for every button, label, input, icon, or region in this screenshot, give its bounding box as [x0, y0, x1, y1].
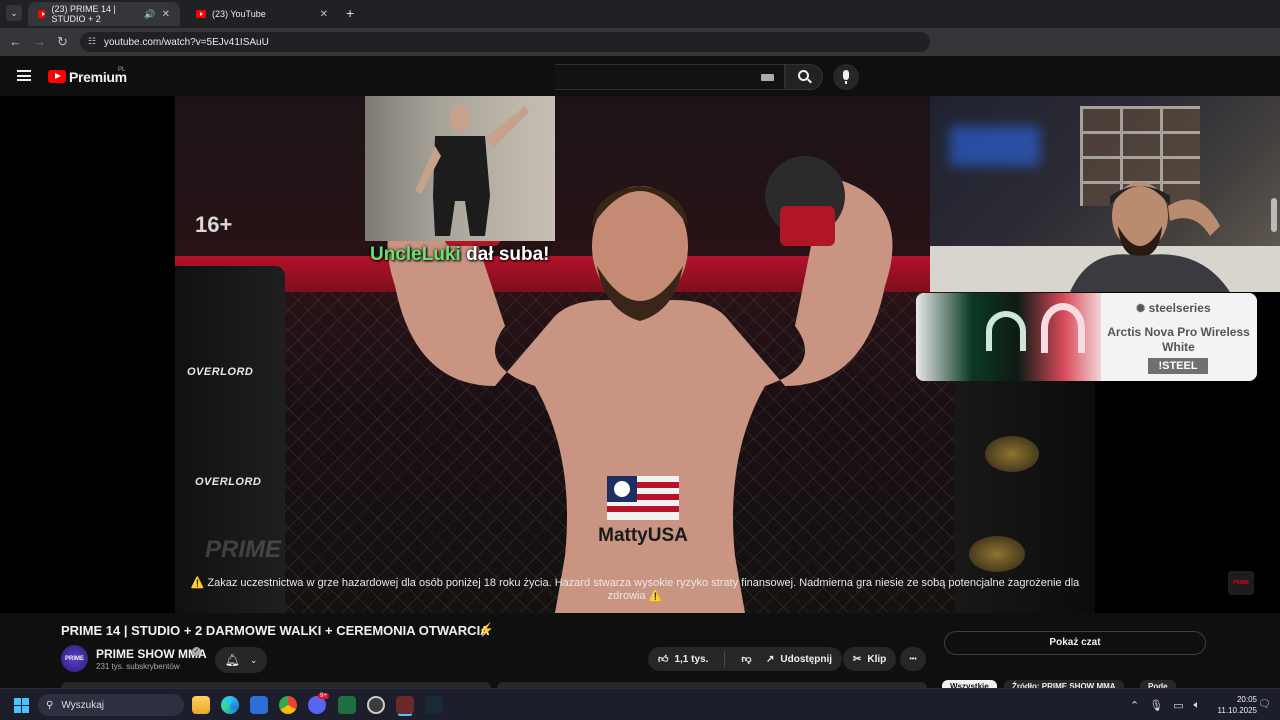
bell-icon: 🔔︎	[224, 653, 240, 667]
forward-arrow-icon[interactable]: →	[33, 34, 46, 50]
tab-youtube[interactable]: (23) YouTube ✕	[186, 2, 338, 26]
volume-icon[interactable]: 🔈︎	[1194, 699, 1201, 712]
windows-taskbar: ⚲ Wyszukaj 9+ ⌃ 🎙︎ ▭ 🔈︎ 20:05 11.10.2025…	[0, 688, 1280, 720]
microphone-icon	[843, 70, 849, 80]
app-icon[interactable]	[367, 696, 385, 714]
like-button[interactable]: 👍︎ 1,1 tys.	[648, 647, 718, 671]
steelseries-ad-overlay: ✺ steelseries Arctis Nova Pro Wireless W…	[916, 293, 1257, 381]
chrome-icon[interactable]	[279, 696, 297, 714]
thumbs-up-icon: 👍︎	[658, 654, 669, 665]
prime-corner-logo: PRIME	[1228, 571, 1254, 595]
speaker-icon[interactable]: 🔊	[144, 9, 155, 20]
sub-alert: UncleLuki dał suba!	[370, 244, 550, 266]
lightning-icon: ⚡	[478, 622, 495, 637]
hamburger-menu-icon[interactable]	[17, 70, 31, 81]
store-icon[interactable]	[250, 696, 268, 714]
sponsor-text: MattyUSA	[598, 525, 688, 546]
site-info-icon[interactable]: ☷	[88, 36, 96, 47]
ad-title: Arctis Nova Pro Wireless White	[1107, 325, 1250, 354]
overlord-logo: OVERLORD	[195, 476, 262, 488]
edge-icon[interactable]	[221, 696, 239, 714]
ad-promo-code: !STEEL	[1148, 358, 1208, 374]
like-count: 1,1 tys.	[674, 653, 709, 665]
ad-brand: ✺ steelseries	[1136, 301, 1211, 315]
steam-icon[interactable]	[425, 696, 443, 714]
chevron-down-icon: ⌄	[249, 654, 258, 665]
close-tab-icon[interactable]: ✕	[320, 9, 328, 20]
steelseries-logo-icon: ✺	[1136, 303, 1146, 315]
new-tab-button[interactable]: +	[346, 5, 354, 21]
taskbar-search[interactable]: ⚲ Wyszukaj	[38, 694, 184, 716]
close-tab-icon[interactable]: ✕	[162, 9, 170, 20]
thumbs-down-icon: 👎︎	[741, 654, 752, 665]
reload-icon[interactable]: ↻	[57, 34, 68, 50]
notification-bell-button[interactable]: 🔔︎ ⌄	[215, 647, 267, 673]
notification-icon[interactable]: 🗨︎	[1258, 699, 1271, 710]
headset-image	[986, 311, 1026, 351]
scrollbar[interactable]	[1271, 198, 1277, 232]
video-player[interactable]: OVERLORD OVERLORD PRIME MattyUSA 16+ ⚠️ …	[0, 96, 1280, 613]
share-icon: ↗	[766, 653, 775, 665]
clock[interactable]: 20:05 11.10.2025	[1205, 694, 1257, 716]
show-chat-button[interactable]: Pokaż czat	[944, 631, 1206, 655]
youtube-favicon-icon	[196, 10, 206, 18]
verified-icon: ✓	[192, 647, 201, 656]
clock-date: 11.10.2025	[1217, 706, 1257, 715]
youtube-logo-icon[interactable]	[48, 70, 66, 83]
address-bar[interactable]: ☷ youtube.com/watch?v=5EJv41ISAuU	[80, 32, 930, 52]
obs-active-app-icon[interactable]	[396, 696, 414, 714]
url-text: youtube.com/watch?v=5EJv41ISAuU	[104, 36, 269, 48]
sub-alert-text: dał suba!	[466, 244, 550, 265]
system-tray: ⌃ 🎙︎ ▭ 🔈︎	[1130, 693, 1200, 717]
scissors-icon: ✂	[853, 653, 862, 665]
browser-toolbar: ← → ↻ ☷ youtube.com/watch?v=5EJv41ISAuU	[0, 28, 1280, 56]
discord-badge: 9+	[318, 693, 329, 699]
dancer-webcam-overlay	[365, 96, 555, 241]
search-input[interactable]	[555, 64, 785, 90]
logo-region: PL	[118, 67, 126, 73]
age-rating-badge: 16+	[195, 212, 233, 237]
back-arrow-icon[interactable]: ←	[9, 34, 22, 50]
gambling-disclaimer: ⚠️ Zakaz uczestnictwa w grze hazardowej …	[190, 577, 1080, 602]
cage-post-left: OVERLORD OVERLORD PRIME	[175, 266, 285, 613]
tab-prime-14[interactable]: (23) PRIME 14 | STUDIO + 2 🔊 ✕	[28, 2, 180, 26]
excel-icon[interactable]	[338, 696, 356, 714]
windows-start-icon[interactable]	[14, 698, 29, 713]
tab-label: (23) PRIME 14 | STUDIO + 2	[51, 4, 116, 24]
youtube-favicon-icon	[38, 10, 46, 18]
prime-watermark: PRIME	[205, 536, 282, 563]
search-icon: ⚲	[46, 699, 54, 711]
taskbar-search-text: Wyszukaj	[61, 699, 105, 711]
more-actions-button[interactable]: •••	[900, 647, 926, 671]
voice-search-button[interactable]	[833, 64, 859, 90]
share-label: Udostępnij	[780, 653, 833, 665]
file-explorer-icon[interactable]	[192, 696, 210, 714]
more-icon: •••	[909, 655, 917, 663]
youtube-header: Premium PL	[0, 56, 1280, 96]
chevron-up-icon[interactable]: ⌃	[1130, 699, 1139, 712]
tab-search-dropdown-icon[interactable]: ⌄	[6, 5, 22, 21]
subscriber-name: UncleLuki	[370, 244, 461, 265]
microphone-icon[interactable]: 🎙︎	[1149, 699, 1163, 712]
channel-avatar[interactable]: PRIME	[61, 645, 88, 672]
keyboard-icon[interactable]	[761, 74, 774, 81]
browser-tab-strip: ⌄ (23) PRIME 14 | STUDIO + 2 🔊 ✕ (23) Yo…	[0, 0, 1280, 28]
subscriber-count: 231 tys. subskrybentów	[96, 662, 180, 671]
clock-time: 20:05	[1236, 695, 1257, 704]
clip-button[interactable]: ✂ Klip	[843, 647, 897, 671]
video-title: PRIME 14 | STUDIO + 2 DARMOWE WALKI + CE…	[61, 623, 490, 638]
share-button[interactable]: ↗ Udostępnij	[756, 647, 843, 671]
headset-image	[1041, 303, 1085, 353]
search-button[interactable]	[785, 64, 823, 90]
overlord-logo: OVERLORD	[187, 366, 254, 378]
channel-name[interactable]: PRIME SHOW MMA	[96, 647, 207, 661]
network-icon[interactable]: ▭	[1173, 699, 1183, 712]
clip-label: Klip	[867, 653, 887, 665]
tab-label: (23) YouTube	[212, 9, 266, 19]
streamer-webcam-overlay	[930, 96, 1280, 292]
